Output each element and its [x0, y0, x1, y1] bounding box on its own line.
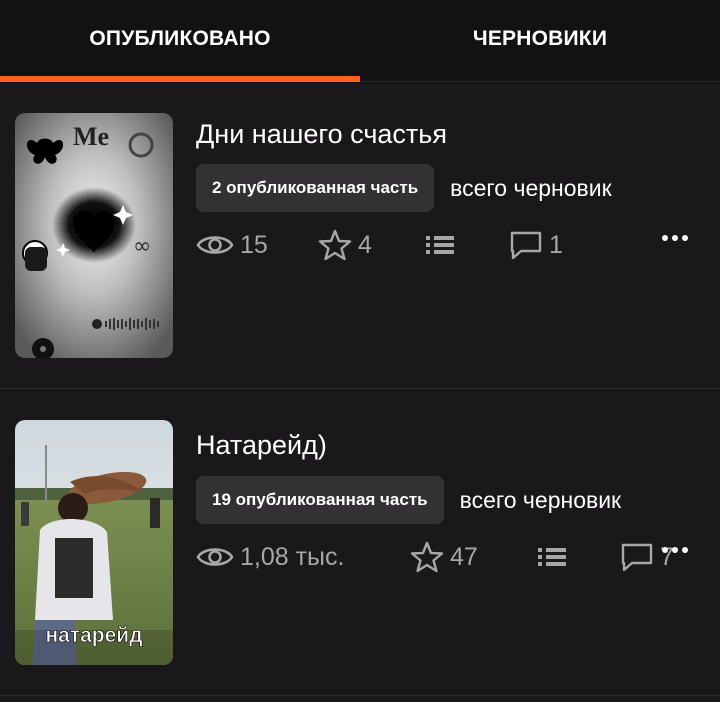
story-cover[interactable]: натарейд — [15, 420, 173, 665]
story-stats: 1,08 тыс. 47 7 — [196, 535, 720, 579]
eye-icon — [196, 236, 234, 254]
story-card[interactable]: натарейд Натарейд) 19 опубликованная час… — [0, 390, 720, 696]
votes-stat: 47 — [410, 535, 478, 579]
tab-published[interactable]: ОПУБЛИКОВАНО — [0, 0, 360, 78]
story-title[interactable]: Дни нашего счастья — [196, 119, 447, 150]
views-stat: 15 — [196, 223, 268, 267]
star-icon — [410, 541, 444, 573]
cover-text: натарейд — [45, 624, 142, 647]
story-meta: 2 опубликованная часть всего черновик — [196, 163, 720, 213]
svg-text:∞: ∞ — [133, 234, 151, 259]
votes-stat: 4 — [318, 223, 372, 267]
list-icon — [426, 236, 454, 254]
views-count: 15 — [240, 230, 268, 259]
eye-icon — [196, 548, 234, 566]
drafts-count: всего черновик — [450, 174, 612, 201]
story-cover[interactable]: Me ∞ — [15, 113, 173, 358]
comments-count: 1 — [549, 230, 563, 259]
votes-count: 47 — [450, 542, 478, 571]
list-icon — [538, 548, 566, 566]
cover-image: Me ∞ — [15, 113, 173, 358]
story-list: Me ∞ Дни нашего счастья 2 опубликованная… — [0, 83, 720, 702]
story-card[interactable]: Me ∞ Дни нашего счастья 2 опубликованная… — [0, 83, 720, 389]
tab-bar: ОПУБЛИКОВАНО ЧЕРНОВИКИ — [0, 0, 720, 82]
more-dots-icon — [662, 547, 668, 553]
tab-drafts[interactable]: ЧЕРНОВИКИ — [360, 0, 720, 78]
story-stats: 15 4 1 — [196, 223, 720, 267]
parts-list-stat[interactable] — [424, 223, 456, 267]
story-meta: 19 опубликованная часть всего черновик — [196, 475, 720, 525]
published-parts-badge: 19 опубликованная часть — [196, 476, 444, 524]
more-options-button[interactable] — [655, 535, 695, 565]
votes-count: 4 — [358, 230, 372, 259]
story-divider — [0, 695, 720, 696]
drafts-count: всего черновик — [459, 486, 622, 513]
more-dots-icon — [662, 235, 668, 241]
cover-image: натарейд — [15, 420, 173, 665]
cover-text: Me — [73, 122, 109, 151]
views-count: 1,08 тыс. — [240, 542, 345, 571]
parts-list-stat[interactable] — [536, 535, 568, 579]
published-parts-badge: 2 опубликованная часть — [196, 164, 435, 212]
star-icon — [318, 229, 352, 261]
active-tab-indicator — [0, 76, 360, 82]
story-title[interactable]: Натарейд) — [196, 430, 327, 461]
more-options-button[interactable] — [655, 223, 695, 253]
story-divider — [0, 388, 720, 389]
comments-stat[interactable]: 1 — [509, 223, 563, 267]
comment-icon — [621, 543, 653, 572]
views-stat: 1,08 тыс. — [196, 535, 344, 579]
comment-icon — [510, 231, 542, 260]
